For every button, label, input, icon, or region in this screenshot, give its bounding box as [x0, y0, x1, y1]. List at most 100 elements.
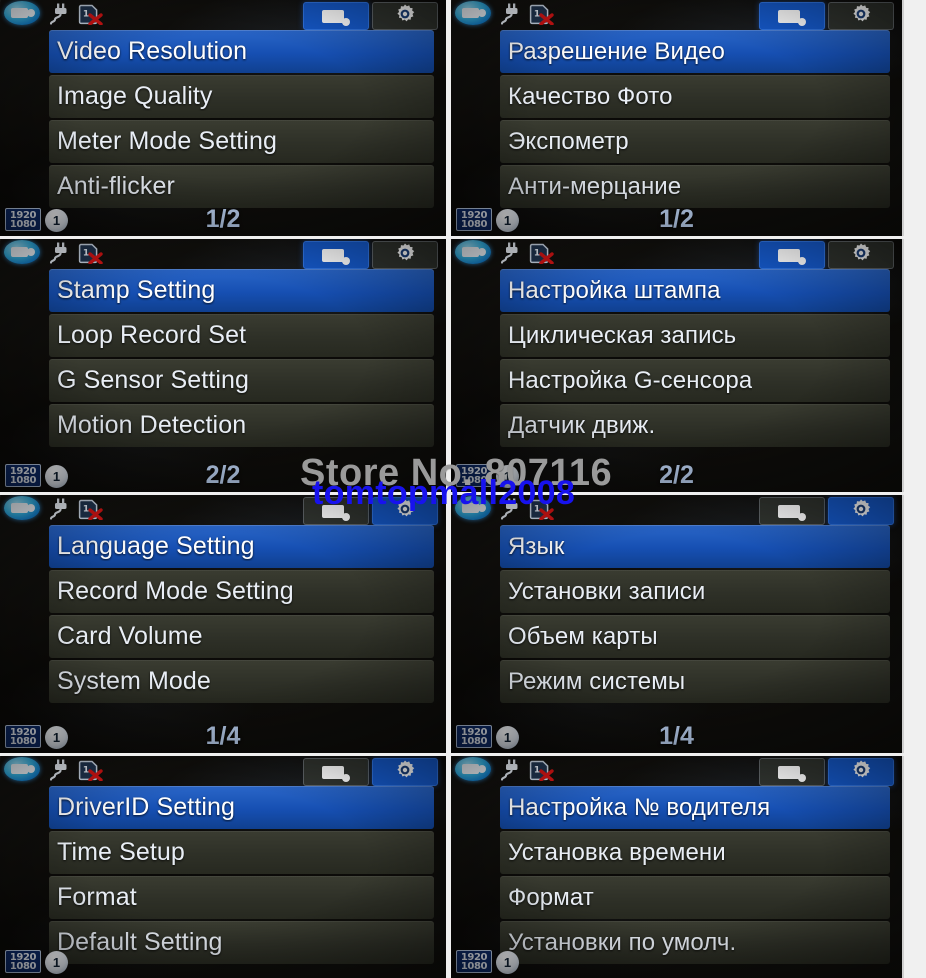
menu-item[interactable]: Anti-flicker [49, 165, 434, 208]
video-camera-badge-icon [455, 757, 491, 781]
menu-item[interactable]: Установки записи [500, 570, 890, 613]
menu-item[interactable]: Record Mode Setting [49, 570, 434, 613]
video-camera-lens-icon [798, 18, 806, 26]
menu-item-selected[interactable]: Video Resolution [49, 30, 434, 73]
tab-settings[interactable] [828, 758, 894, 786]
menu-item[interactable]: Циклическая запись [500, 314, 890, 357]
menu-item-label: Video Resolution [57, 37, 248, 65]
menu-item[interactable]: Анти-мерцание [500, 165, 890, 208]
osd-panel: 1 Stamp Setting Loop Record Set G Sensor Se… [0, 239, 446, 492]
video-camera-badge-icon [4, 496, 40, 520]
page-indicator: 2/2 [205, 461, 241, 489]
svg-text:1: 1 [83, 504, 89, 514]
tab-bar [759, 758, 894, 786]
sd-card-missing-icon: 1 [529, 242, 555, 265]
tab-settings[interactable] [372, 497, 438, 525]
video-camera-lens-icon [342, 513, 350, 521]
tab-video[interactable] [303, 497, 369, 525]
gear-icon [850, 3, 872, 30]
status-bar: 1 [451, 0, 902, 30]
video-camera-badge-icon [455, 240, 491, 264]
tab-video[interactable] [759, 758, 825, 786]
menu-item-selected[interactable]: Stamp Setting [49, 269, 434, 312]
status-footer: 1920 1080 1 [451, 948, 902, 978]
menu-item-selected[interactable]: Language Setting [49, 525, 434, 568]
loop-record-badge-icon: 1 [496, 951, 519, 974]
resolution-bottom: 1080 [9, 960, 37, 972]
menu-list: Настройка № водителя Установка времени Фор… [500, 786, 890, 966]
tab-settings[interactable] [828, 497, 894, 525]
menu-item-label: Card Volume [57, 622, 203, 650]
menu-item-selected[interactable]: Настройка штампа [500, 269, 890, 312]
menu-item[interactable]: Датчик движ. [500, 404, 890, 447]
video-camera-icon [322, 248, 344, 262]
osd-panel: 1 DriverID Setting Time Setup Format Default… [0, 756, 446, 978]
osd-panel: 1 Language Setting Record Mode Setting Card… [0, 495, 446, 753]
menu-list: Language Setting Record Mode Setting Card … [49, 525, 434, 705]
tab-video[interactable] [759, 497, 825, 525]
osd-panel: 1 Настройка № водителя Установка времени Фо… [451, 756, 902, 978]
power-plug-icon [499, 498, 523, 520]
sd-card-missing-icon: 1 [529, 498, 555, 521]
tab-video[interactable] [303, 758, 369, 786]
menu-list: Язык Установки записи Объем карты Режим сис… [500, 525, 890, 705]
video-camera-badge-icon [4, 240, 40, 264]
sd-card-missing-icon: 1 [78, 3, 104, 26]
video-camera-icon [778, 765, 800, 779]
video-camera-lens-icon [798, 257, 806, 265]
tab-video[interactable] [759, 241, 825, 269]
menu-item-label: Time Setup [57, 838, 185, 866]
menu-item[interactable]: Card Volume [49, 615, 434, 658]
tab-settings[interactable] [828, 241, 894, 269]
menu-item-label: Формат [508, 883, 594, 911]
status-footer: 1920 1080 1 2/2 [0, 461, 446, 492]
tab-settings[interactable] [372, 758, 438, 786]
menu-item-label: Stamp Setting [57, 276, 216, 304]
page-indicator: 1/4 [659, 722, 694, 750]
loop-record-value: 1 [503, 955, 512, 970]
status-bar: 1 [0, 239, 446, 269]
osd-panel: 1 Язык Установки записи Объем карты Режим си… [451, 495, 902, 753]
menu-item[interactable]: G Sensor Setting [49, 359, 434, 402]
gear-icon [394, 3, 416, 30]
menu-item[interactable]: Format [49, 876, 434, 919]
menu-item-selected[interactable]: Разрешение Видео [500, 30, 890, 73]
tab-bar [303, 758, 438, 786]
menu-item-label: Anti-flicker [57, 172, 175, 200]
tab-video[interactable] [303, 241, 369, 269]
tab-settings[interactable] [372, 2, 438, 30]
menu-item[interactable]: Настройка G-сенсора [500, 359, 890, 402]
video-camera-icon [778, 504, 800, 518]
menu-item[interactable]: Объем карты [500, 615, 890, 658]
tab-bar [303, 241, 438, 269]
power-plug-icon [48, 3, 72, 25]
menu-item[interactable]: Экспометр [500, 120, 890, 163]
tab-video[interactable] [303, 2, 369, 30]
tab-video[interactable] [759, 2, 825, 30]
menu-item-selected[interactable]: DriverID Setting [49, 786, 434, 829]
tab-settings[interactable] [828, 2, 894, 30]
menu-item[interactable]: Режим системы [500, 660, 890, 703]
status-bar: 1 [0, 0, 446, 30]
svg-text:1: 1 [534, 765, 540, 775]
menu-item[interactable]: Time Setup [49, 831, 434, 874]
tile-separator [0, 236, 460, 239]
power-plug-icon [48, 498, 72, 520]
tab-settings[interactable] [372, 241, 438, 269]
menu-list: Разрешение Видео Качество Фото Экспометр Ан… [500, 30, 890, 210]
menu-item[interactable]: Motion Detection [49, 404, 434, 447]
video-camera-badge-icon [4, 757, 40, 781]
menu-item[interactable]: System Mode [49, 660, 434, 703]
video-camera-icon [778, 9, 800, 23]
status-footer: 1920 1080 1 [0, 948, 446, 978]
menu-item[interactable]: Качество Фото [500, 75, 890, 118]
status-footer: 1920 1080 1 1/4 [451, 722, 902, 753]
menu-item[interactable]: Loop Record Set [49, 314, 434, 357]
tab-bar [303, 497, 438, 525]
menu-item[interactable]: Image Quality [49, 75, 434, 118]
menu-item[interactable]: Meter Mode Setting [49, 120, 434, 163]
menu-item[interactable]: Формат [500, 876, 890, 919]
menu-item-selected[interactable]: Настройка № водителя [500, 786, 890, 829]
menu-item[interactable]: Установка времени [500, 831, 890, 874]
menu-item-selected[interactable]: Язык [500, 525, 890, 568]
